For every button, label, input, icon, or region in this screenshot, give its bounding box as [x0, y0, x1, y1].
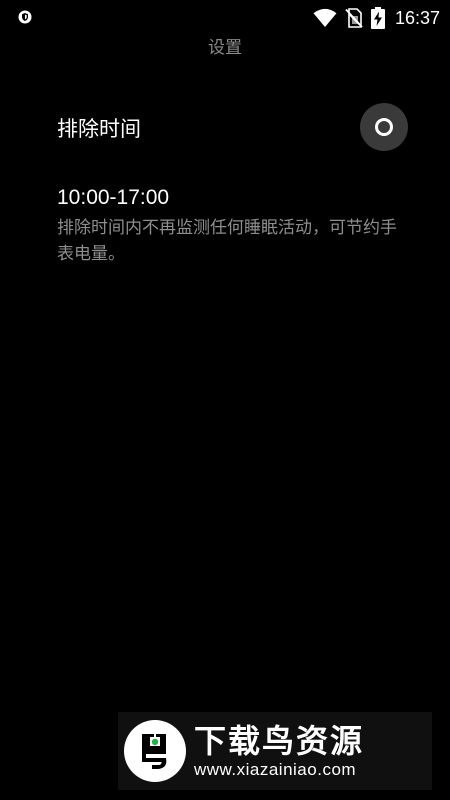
setting-label: 排除时间	[57, 117, 141, 141]
exclusion-time-toggle[interactable]	[360, 103, 408, 151]
time-range-value[interactable]: 10:00-17:00	[57, 186, 169, 210]
bird-logo-icon	[124, 720, 186, 782]
watermark-banner: 下载鸟资源 www.xiazainiao.com	[118, 712, 432, 790]
watermark-brand: 下载鸟资源	[194, 722, 365, 760]
toggle-on-indicator	[375, 118, 393, 136]
watermark-url: www.xiazainiao.com	[194, 760, 357, 779]
status-bar: 16:37	[0, 0, 450, 34]
no-sim-icon	[345, 8, 363, 28]
status-time: 16:37	[394, 8, 440, 28]
bird-icon	[142, 734, 167, 769]
shield-icon	[18, 10, 32, 24]
battery-charging-icon	[370, 7, 385, 29]
status-icons: 16:37	[313, 7, 440, 29]
setting-description: 排除时间内不再监测任何睡眠活动，可节约手表电量。	[57, 218, 397, 264]
wifi-icon	[313, 8, 337, 27]
page-title: 设置	[208, 38, 242, 58]
exclusion-time-row[interactable]: 排除时间	[0, 100, 450, 154]
